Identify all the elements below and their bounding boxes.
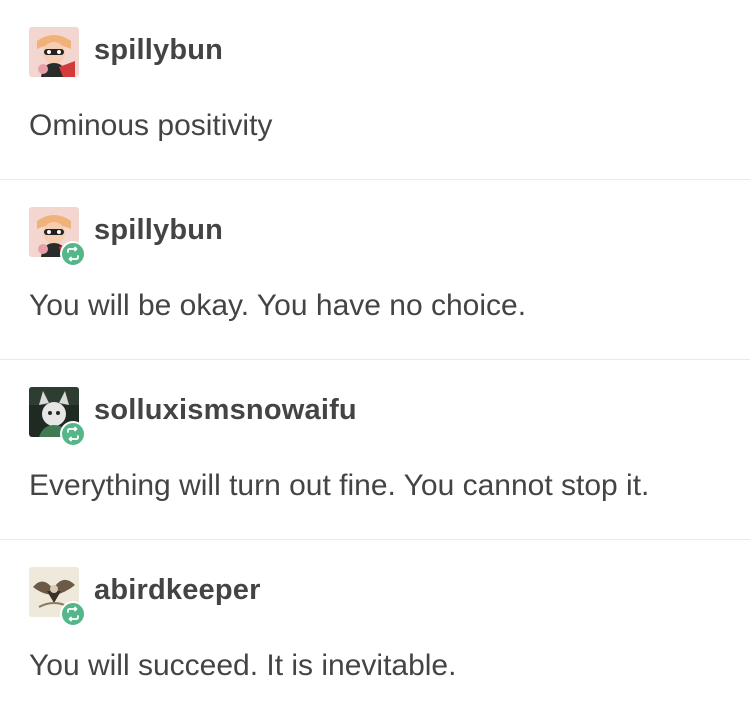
spillybun-avatar[interactable] [29,27,79,77]
post-text: You will be okay. You have no choice. [29,289,527,322]
username[interactable]: spillybun [94,32,223,68]
username[interactable]: spillybun [94,212,223,248]
tumblr-thread: spillybun Ominous positivity spillybun Y… [0,0,750,718]
reblog-icon [60,601,86,627]
post-text: Ominous positivity [29,109,273,142]
post-reblog: solluxismsnowaifu Everything will turn o… [0,360,750,540]
reblog-icon [60,421,86,447]
post-reblog: spillybun You will be okay. You have no … [0,180,750,360]
post-original: spillybun Ominous positivity [0,0,750,180]
reblog-icon [60,241,86,267]
username[interactable]: abirdkeeper [94,572,261,608]
spillybun-avatar-icon [29,27,79,77]
post-text: You will succeed. It is inevitable. [29,649,457,682]
post-reblog: abirdkeeper You will succeed. It is inev… [0,540,750,720]
username[interactable]: solluxismsnowaifu [94,392,357,428]
post-text: Everything will turn out fine. You canno… [29,469,650,502]
